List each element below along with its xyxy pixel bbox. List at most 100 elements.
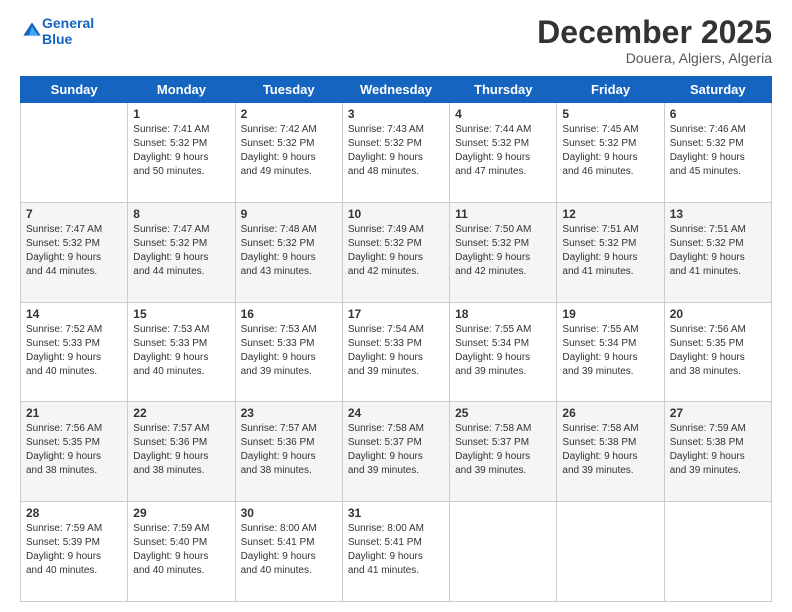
day-info: Sunrise: 7:44 AM Sunset: 5:32 PM Dayligh…	[455, 123, 551, 179]
day-number: 21	[26, 406, 122, 420]
day-number: 2	[241, 107, 337, 121]
table-row: 23Sunrise: 7:57 AM Sunset: 5:36 PM Dayli…	[235, 402, 342, 502]
day-number: 16	[241, 307, 337, 321]
logo-text: General Blue	[42, 15, 94, 47]
calendar-week-row: 7 Sunrise: 7:47 AM Sunset: 5:32 PM Daylig…	[21, 202, 772, 302]
day-info: Sunrise: 7:50 AM Sunset: 5:32 PM Dayligh…	[455, 223, 551, 279]
calendar-week-row: 21 Sunrise: 7:56 AM Sunset: 5:35 PM Dayli…	[21, 402, 772, 502]
table-row: 4 Sunrise: 7:44 AM Sunset: 5:32 PM Daylig…	[450, 103, 557, 203]
table-row: 19 Sunrise: 7:55 AM Sunset: 5:34 PM Dayli…	[557, 302, 664, 402]
day-info: Sunrise: 7:57 AM Sunset: 5:36 PM Dayligh…	[133, 422, 229, 478]
table-row	[664, 502, 771, 602]
day-number: 18	[455, 307, 551, 321]
day-info: Sunrise: 7:58 AM Sunset: 5:37 PM Dayligh…	[348, 422, 444, 478]
table-row: 9 Sunrise: 7:48 AM Sunset: 5:32 PM Daylig…	[235, 202, 342, 302]
month-title: December 2025	[537, 15, 772, 50]
day-number: 4	[455, 107, 551, 121]
day-info: Sunrise: 7:41 AM Sunset: 5:32 PM Dayligh…	[133, 123, 229, 179]
day-info: Sunrise: 7:49 AM Sunset: 5:32 PM Dayligh…	[348, 223, 444, 279]
table-row: 14 Sunrise: 7:52 AM Sunset: 5:33 PM Dayli…	[21, 302, 128, 402]
table-row: 13Sunrise: 7:51 AM Sunset: 5:32 PM Dayli…	[664, 202, 771, 302]
logo: General Blue	[20, 15, 94, 47]
day-info: Sunrise: 7:48 AM Sunset: 5:32 PM Dayligh…	[241, 223, 337, 279]
day-number: 26	[562, 406, 658, 420]
day-number: 8	[133, 207, 229, 221]
day-number: 6	[670, 107, 766, 121]
day-number: 28	[26, 506, 122, 520]
header: General Blue December 2025 Douera, Algie…	[20, 15, 772, 66]
col-thursday: Thursday	[450, 77, 557, 103]
col-friday: Friday	[557, 77, 664, 103]
day-info: Sunrise: 8:00 AM Sunset: 5:41 PM Dayligh…	[348, 522, 444, 578]
day-number: 19	[562, 307, 658, 321]
col-monday: Monday	[128, 77, 235, 103]
day-number: 5	[562, 107, 658, 121]
col-saturday: Saturday	[664, 77, 771, 103]
day-info: Sunrise: 7:47 AM Sunset: 5:32 PM Dayligh…	[26, 223, 122, 279]
day-info: Sunrise: 7:59 AM Sunset: 5:38 PM Dayligh…	[670, 422, 766, 478]
day-info: Sunrise: 7:57 AM Sunset: 5:36 PM Dayligh…	[241, 422, 337, 478]
table-row	[450, 502, 557, 602]
col-wednesday: Wednesday	[342, 77, 449, 103]
table-row: 29Sunrise: 7:59 AM Sunset: 5:40 PM Dayli…	[128, 502, 235, 602]
title-area: December 2025 Douera, Algiers, Algeria	[537, 15, 772, 66]
table-row: 7 Sunrise: 7:47 AM Sunset: 5:32 PM Daylig…	[21, 202, 128, 302]
col-tuesday: Tuesday	[235, 77, 342, 103]
table-row: 6 Sunrise: 7:46 AM Sunset: 5:32 PM Daylig…	[664, 103, 771, 203]
day-info: Sunrise: 7:56 AM Sunset: 5:35 PM Dayligh…	[670, 323, 766, 379]
table-row: 18 Sunrise: 7:55 AM Sunset: 5:34 PM Dayli…	[450, 302, 557, 402]
table-row: 3Sunrise: 7:43 AM Sunset: 5:32 PM Daylig…	[342, 103, 449, 203]
day-number: 17	[348, 307, 444, 321]
calendar-week-row: 28 Sunrise: 7:59 AM Sunset: 5:39 PM Dayli…	[21, 502, 772, 602]
table-row: 20Sunrise: 7:56 AM Sunset: 5:35 PM Dayli…	[664, 302, 771, 402]
day-number: 27	[670, 406, 766, 420]
table-row: 31 Sunrise: 8:00 AM Sunset: 5:41 PM Dayli…	[342, 502, 449, 602]
day-info: Sunrise: 7:52 AM Sunset: 5:33 PM Dayligh…	[26, 323, 122, 379]
day-number: 12	[562, 207, 658, 221]
table-row: 21 Sunrise: 7:56 AM Sunset: 5:35 PM Dayli…	[21, 402, 128, 502]
day-info: Sunrise: 7:55 AM Sunset: 5:34 PM Dayligh…	[562, 323, 658, 379]
day-number: 15	[133, 307, 229, 321]
day-number: 14	[26, 307, 122, 321]
table-row: 30 Sunrise: 8:00 AM Sunset: 5:41 PM Dayli…	[235, 502, 342, 602]
day-number: 13	[670, 207, 766, 221]
day-info: Sunrise: 8:00 AM Sunset: 5:41 PM Dayligh…	[241, 522, 337, 578]
day-number: 30	[241, 506, 337, 520]
day-number: 31	[348, 506, 444, 520]
table-row: 27 Sunrise: 7:59 AM Sunset: 5:38 PM Dayli…	[664, 402, 771, 502]
day-number: 9	[241, 207, 337, 221]
table-row: 1 Sunrise: 7:41 AM Sunset: 5:32 PM Daylig…	[128, 103, 235, 203]
table-row: 25Sunrise: 7:58 AM Sunset: 5:37 PM Dayli…	[450, 402, 557, 502]
table-row: 24Sunrise: 7:58 AM Sunset: 5:37 PM Dayli…	[342, 402, 449, 502]
day-info: Sunrise: 7:45 AM Sunset: 5:32 PM Dayligh…	[562, 123, 658, 179]
day-info: Sunrise: 7:58 AM Sunset: 5:37 PM Dayligh…	[455, 422, 551, 478]
page: General Blue December 2025 Douera, Algie…	[0, 0, 792, 612]
day-info: Sunrise: 7:58 AM Sunset: 5:38 PM Dayligh…	[562, 422, 658, 478]
table-row: 2 Sunrise: 7:42 AM Sunset: 5:32 PM Daylig…	[235, 103, 342, 203]
table-row: 22Sunrise: 7:57 AM Sunset: 5:36 PM Dayli…	[128, 402, 235, 502]
calendar-week-row: 14 Sunrise: 7:52 AM Sunset: 5:33 PM Dayli…	[21, 302, 772, 402]
table-row: 8Sunrise: 7:47 AM Sunset: 5:32 PM Daylig…	[128, 202, 235, 302]
day-info: Sunrise: 7:46 AM Sunset: 5:32 PM Dayligh…	[670, 123, 766, 179]
day-number: 29	[133, 506, 229, 520]
day-number: 1	[133, 107, 229, 121]
day-number: 7	[26, 207, 122, 221]
day-number: 10	[348, 207, 444, 221]
table-row: 5 Sunrise: 7:45 AM Sunset: 5:32 PM Daylig…	[557, 103, 664, 203]
calendar-table: Sunday Monday Tuesday Wednesday Thursday…	[20, 76, 772, 602]
table-row: 10 Sunrise: 7:49 AM Sunset: 5:32 PM Dayli…	[342, 202, 449, 302]
table-row: 12Sunrise: 7:51 AM Sunset: 5:32 PM Dayli…	[557, 202, 664, 302]
table-row: 16Sunrise: 7:53 AM Sunset: 5:33 PM Dayli…	[235, 302, 342, 402]
table-row: 28 Sunrise: 7:59 AM Sunset: 5:39 PM Dayli…	[21, 502, 128, 602]
day-info: Sunrise: 7:59 AM Sunset: 5:39 PM Dayligh…	[26, 522, 122, 578]
day-info: Sunrise: 7:56 AM Sunset: 5:35 PM Dayligh…	[26, 422, 122, 478]
table-row: 15Sunrise: 7:53 AM Sunset: 5:33 PM Dayli…	[128, 302, 235, 402]
table-row	[557, 502, 664, 602]
logo-icon	[22, 21, 42, 41]
day-number: 11	[455, 207, 551, 221]
day-info: Sunrise: 7:54 AM Sunset: 5:33 PM Dayligh…	[348, 323, 444, 379]
day-info: Sunrise: 7:42 AM Sunset: 5:32 PM Dayligh…	[241, 123, 337, 179]
table-row	[21, 103, 128, 203]
day-info: Sunrise: 7:55 AM Sunset: 5:34 PM Dayligh…	[455, 323, 551, 379]
col-sunday: Sunday	[21, 77, 128, 103]
